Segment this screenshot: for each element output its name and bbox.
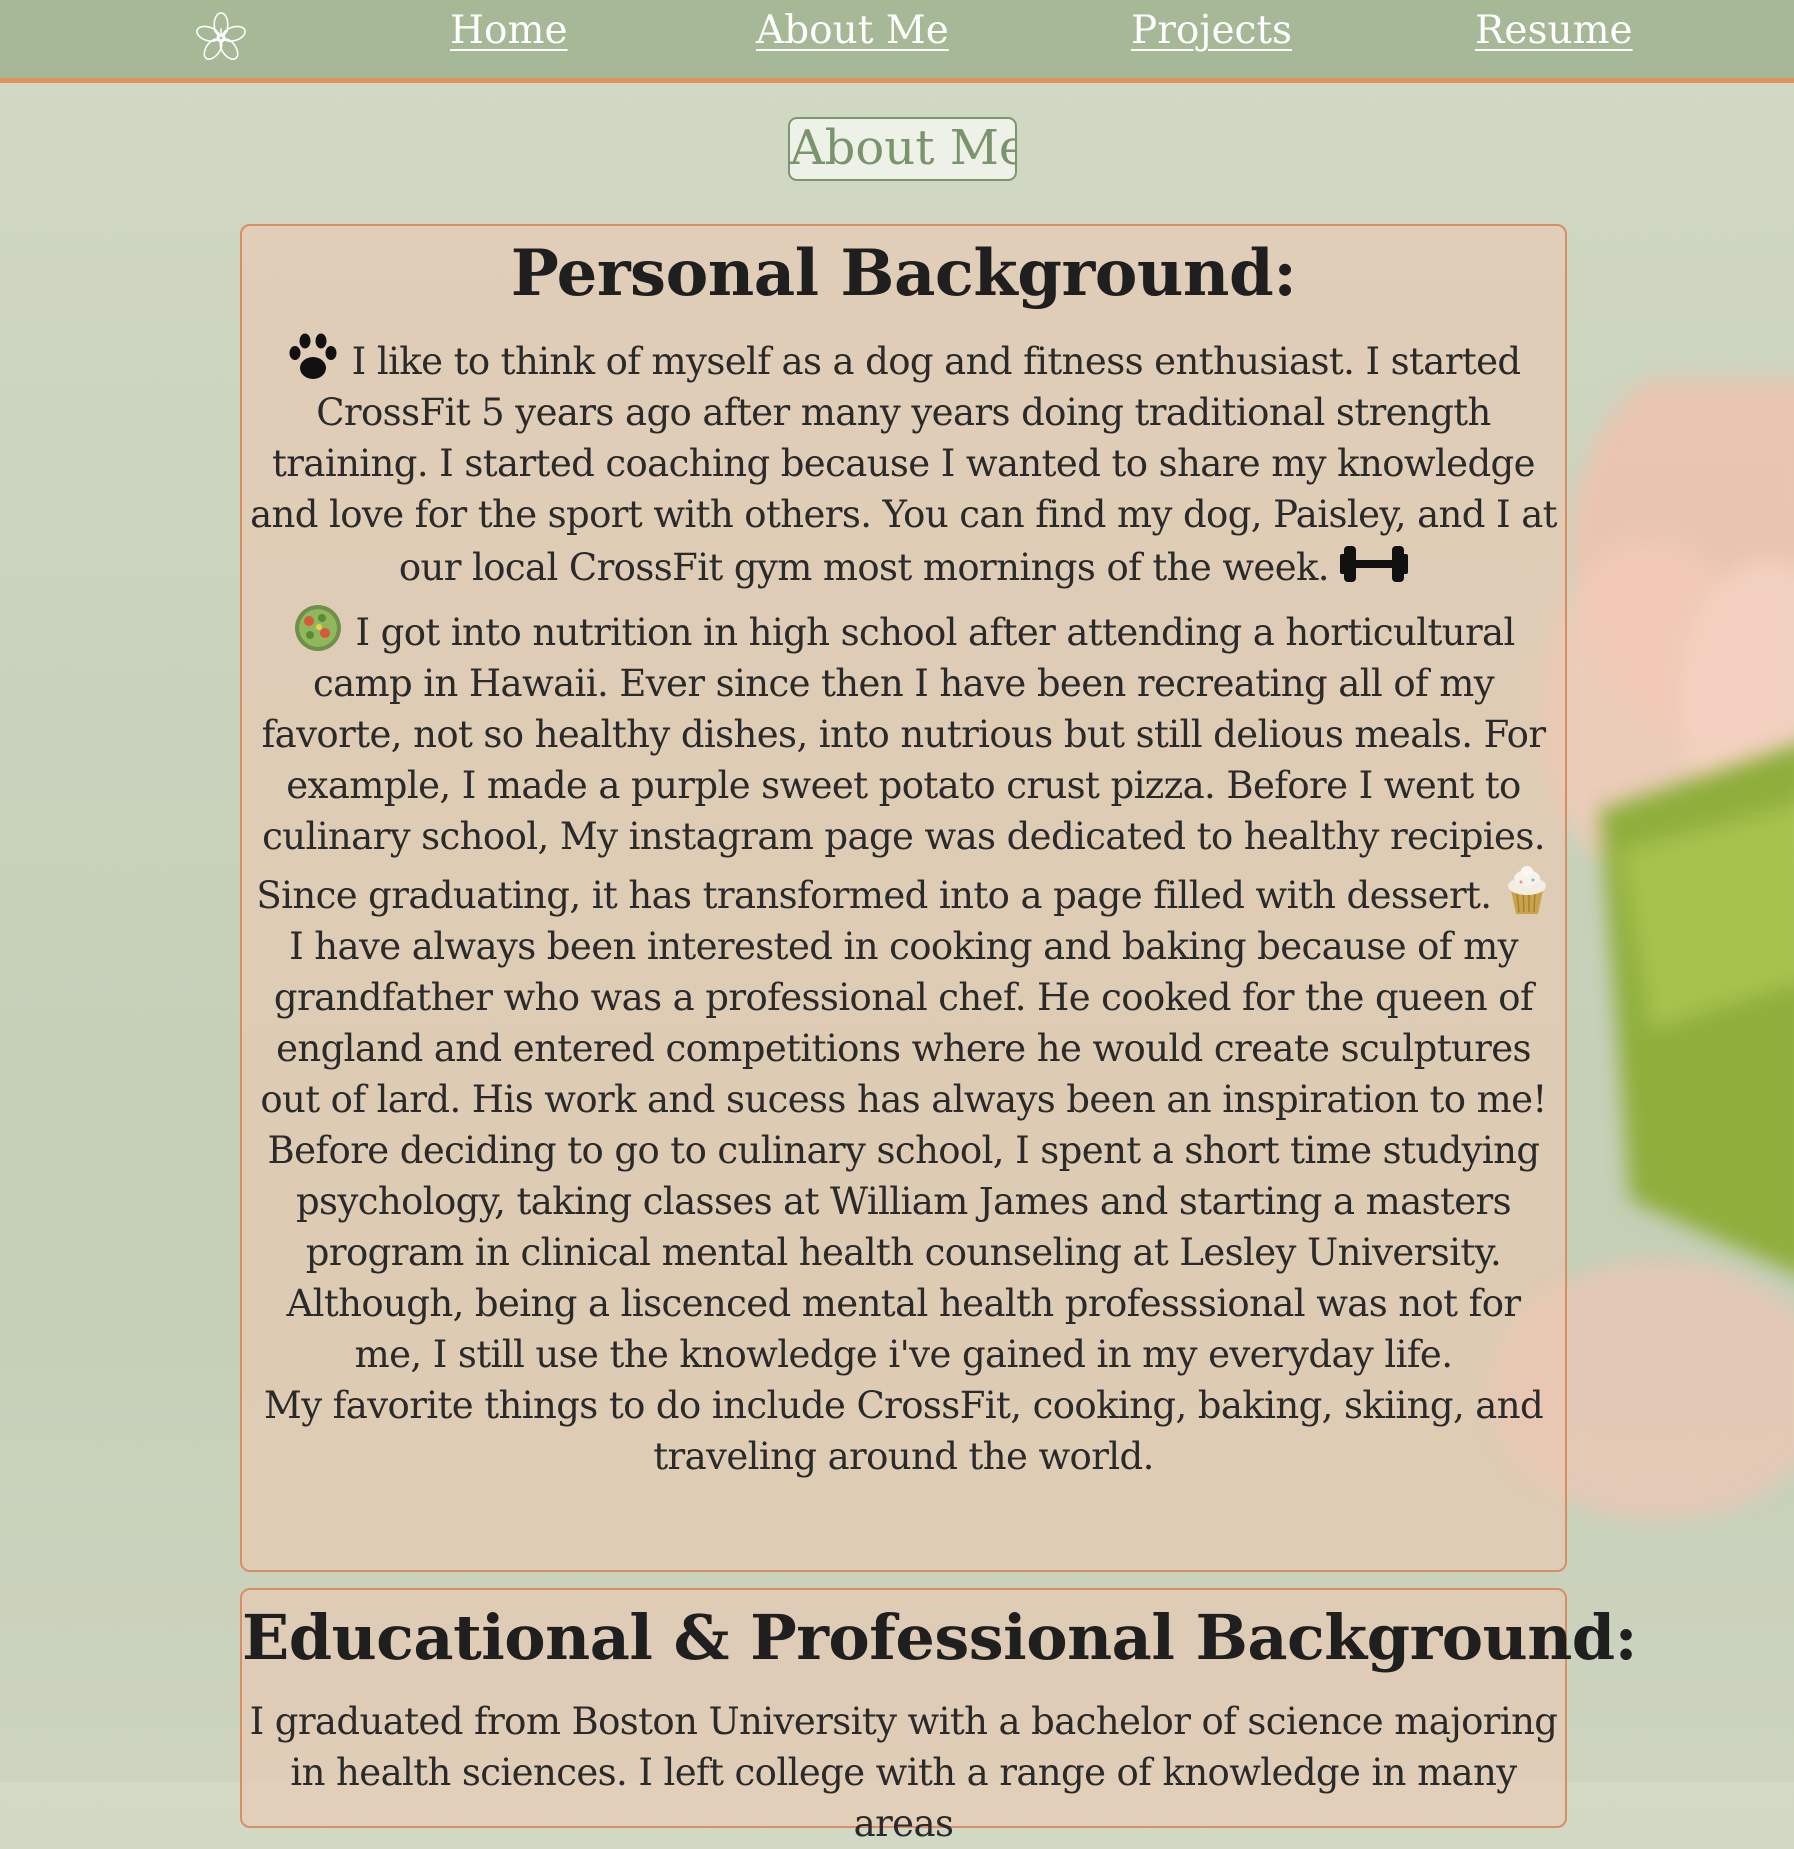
salad-icon xyxy=(295,605,342,651)
education-paragraph: I graduated from Boston University with … xyxy=(249,1700,1558,1845)
nav-link-resume[interactable]: Resume xyxy=(1475,5,1633,57)
personal-background-card: Personal Background: I like to think of … xyxy=(240,224,1567,1572)
flower-logo-icon[interactable] xyxy=(192,9,250,67)
education-background-heading: Educational & Professional Background: xyxy=(242,1601,1638,1674)
personal-background-heading: Personal Background: xyxy=(510,236,1297,311)
top-nav-bar: Home About Me Projects Resume xyxy=(0,0,1794,83)
page-title: About Me xyxy=(788,117,1017,181)
cupcake-icon xyxy=(1507,866,1546,914)
education-background-card: Educational & Professional Background: I… xyxy=(240,1588,1638,1845)
fitness-paragraph: I like to think of myself as a dog and f… xyxy=(242,332,1565,593)
cooking-paragraph: I have always been interested in cooking… xyxy=(260,925,1547,1121)
dumbbell-icon xyxy=(1340,546,1409,582)
nutrition-paragraph: I got into nutrition in high school afte… xyxy=(242,603,1565,921)
nutrition-text: I got into nutrition in high school afte… xyxy=(256,611,1546,917)
nav-link-home[interactable]: Home xyxy=(450,5,568,57)
favorites-paragraph: My favorite things to do include CrossFi… xyxy=(263,1384,1544,1478)
paw-icon xyxy=(289,333,337,379)
nav-link-projects[interactable]: Projects xyxy=(1131,5,1292,57)
nav-link-about-me[interactable]: About Me xyxy=(756,5,949,57)
psychology-paragraph: Before deciding to go to culinary school… xyxy=(267,1129,1540,1376)
